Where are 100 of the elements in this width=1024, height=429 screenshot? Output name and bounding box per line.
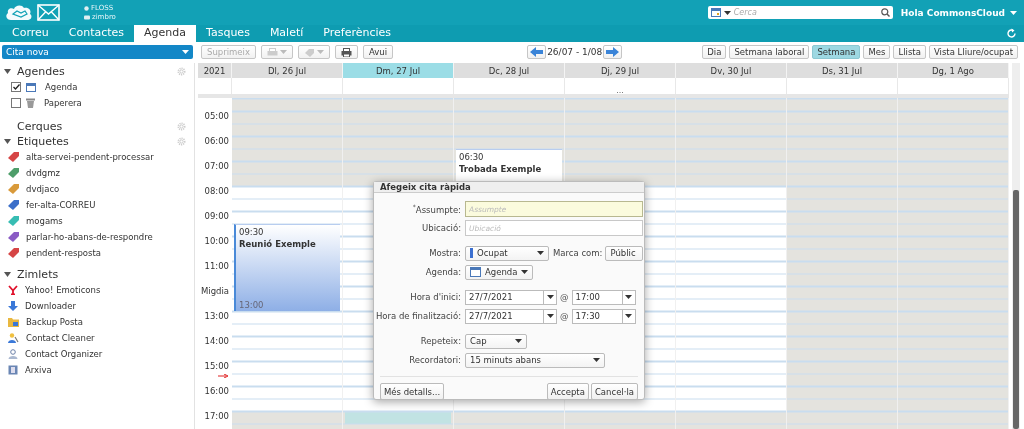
more-events-indicator[interactable]: ... — [616, 88, 624, 94]
caret-icon — [1010, 10, 1017, 15]
day-header[interactable]: Dm, 27 Jul — [343, 63, 454, 78]
field-label: Hora d'inici: — [409, 292, 462, 302]
field-label: Marca com: — [553, 248, 603, 258]
hour-label: 16:00 — [204, 386, 229, 397]
tag-item[interactable]: parlar-ho-abans-de-respondre — [26, 232, 153, 242]
tag-item[interactable]: alta-servei-pendent-processar — [26, 152, 154, 162]
caret-icon — [521, 270, 529, 274]
dropdown[interactable]: Agenda — [465, 264, 534, 280]
calendar-item[interactable]: Paperera — [44, 98, 82, 108]
expanded-arrow-icon[interactable] — [4, 271, 11, 278]
field-label: Hora de finalització: — [374, 311, 462, 321]
zimlet-item[interactable]: Yahoo! Emoticons — [25, 285, 101, 295]
tag-item[interactable]: dvdgmz — [26, 168, 60, 178]
hour-label: 08:00 — [204, 186, 229, 197]
hour-label: Migdia — [200, 286, 229, 297]
search-icon — [880, 8, 890, 17]
arrow-left-icon — [530, 47, 544, 57]
arrow-right-icon — [606, 47, 620, 57]
checkbox[interactable] — [11, 98, 21, 108]
dialog-button[interactable]: Cancel·la — [590, 383, 638, 400]
field-label: Mostra: — [428, 248, 462, 258]
field-label: Agenda: — [424, 267, 462, 277]
letter-y-icon — [8, 285, 18, 295]
day-header[interactable]: Dv, 30 Jul — [676, 63, 787, 78]
zimlet-item[interactable]: Backup Posta — [26, 317, 83, 327]
hour-label: 05:00 — [204, 111, 229, 122]
right-arrow-button[interactable] — [603, 45, 623, 59]
new-appointment-button[interactable]: Cita nova — [2, 45, 193, 59]
caret-icon — [316, 50, 324, 54]
section-title[interactable]: Cerques — [17, 120, 177, 133]
date-range: 26/07 - 1/08 — [547, 47, 603, 57]
zimlet-item[interactable]: Arxiva — [25, 365, 52, 375]
search-input[interactable]: Cerca — [733, 8, 878, 17]
left-arrow-button[interactable] — [527, 45, 547, 59]
cloud-logo-icon — [5, 4, 33, 21]
caret-icon — [537, 251, 544, 255]
day-header[interactable]: Dj, 29 Jul — [565, 63, 676, 78]
dropdown[interactable]: 15 minuts abans — [465, 352, 605, 368]
trash-icon — [26, 98, 35, 108]
time-field[interactable]: 17:00 — [571, 289, 636, 305]
hour-label: 10:00 — [204, 236, 229, 247]
caret-icon — [182, 50, 189, 54]
dropdown[interactable]: Ocupat — [465, 245, 549, 261]
scrollbar-thumb[interactable] — [1013, 190, 1019, 429]
view-button[interactable]: Mes — [863, 45, 891, 59]
zimlet-item[interactable]: Contact Organizer — [25, 349, 103, 359]
date-field[interactable]: 27/7/2021 — [465, 289, 557, 305]
day-header[interactable]: Ds, 31 Jul — [787, 63, 898, 78]
checkmark-icon — [12, 84, 20, 90]
day-header[interactable]: Dg, 1 Ago — [898, 63, 1009, 78]
calendar-icon — [26, 82, 36, 92]
section-title[interactable]: Zimlets — [17, 268, 186, 281]
date-field[interactable]: 27/7/2021 — [465, 308, 557, 324]
tag-item[interactable]: mogams — [26, 216, 63, 226]
refresh-icon[interactable] — [1006, 28, 1017, 39]
folder-icon — [8, 317, 19, 327]
calendar-item[interactable]: Agenda — [45, 82, 78, 92]
view-button[interactable]: Vista Lliure/ocupat — [928, 45, 1018, 59]
day-header[interactable]: Dc, 28 Jul — [454, 63, 565, 78]
caret-icon — [625, 295, 632, 299]
dropdown[interactable]: Públic — [605, 245, 644, 261]
hour-label: 06:00 — [204, 136, 229, 147]
printer-icon — [340, 47, 352, 57]
checkbox[interactable] — [11, 82, 21, 92]
caret-icon — [279, 50, 287, 54]
expanded-arrow-icon[interactable] — [4, 138, 11, 145]
zimlet-item[interactable]: Contact Cleaner — [26, 333, 95, 343]
zimlet-item[interactable]: Downloader — [25, 301, 76, 311]
section-title[interactable]: Agendes — [17, 65, 177, 78]
hour-label: 17:00 — [204, 411, 229, 422]
view-button[interactable]: Dia — [702, 45, 727, 59]
tag-item[interactable]: dvdjaco — [26, 184, 60, 194]
tag-item[interactable]: pendent-resposta — [26, 248, 101, 258]
section-title[interactable]: Etiquetes — [17, 135, 177, 148]
printer-icon — [266, 47, 278, 57]
app-tab[interactable]: Agenda — [134, 25, 197, 42]
expanded-arrow-icon[interactable] — [4, 68, 11, 75]
event-time: 06:30 — [459, 151, 484, 162]
toolbar-button[interactable]: Avui — [362, 45, 394, 59]
search-field[interactable]: Cerca — [707, 6, 893, 19]
view-button[interactable]: Setmana — [812, 45, 861, 59]
current-time-icon — [218, 374, 229, 378]
dialog-button[interactable]: Més detalls... — [380, 383, 445, 400]
caret-icon — [515, 339, 522, 343]
event-time: 09:30 — [239, 226, 264, 237]
view-button[interactable]: Llista — [893, 45, 926, 59]
dialog-button[interactable]: Accepta — [546, 383, 589, 400]
print-button[interactable] — [334, 45, 358, 59]
field-label: Ubicació: — [421, 223, 462, 233]
view-button[interactable]: Setmana laboral — [729, 45, 810, 59]
calendar-icon — [710, 8, 721, 17]
hour-label: 07:00 — [204, 161, 229, 172]
field-label: Recordatori: — [408, 355, 462, 365]
dropdown[interactable]: Cap — [465, 333, 527, 349]
time-field[interactable]: 17:30 — [571, 308, 636, 324]
event-end-time: 13:00 — [239, 300, 264, 310]
calendar-event[interactable]: 09:30 Reunió Exemple 13:00 — [234, 223, 340, 311]
tag-item[interactable]: fer-alta-CORREU — [26, 200, 96, 210]
